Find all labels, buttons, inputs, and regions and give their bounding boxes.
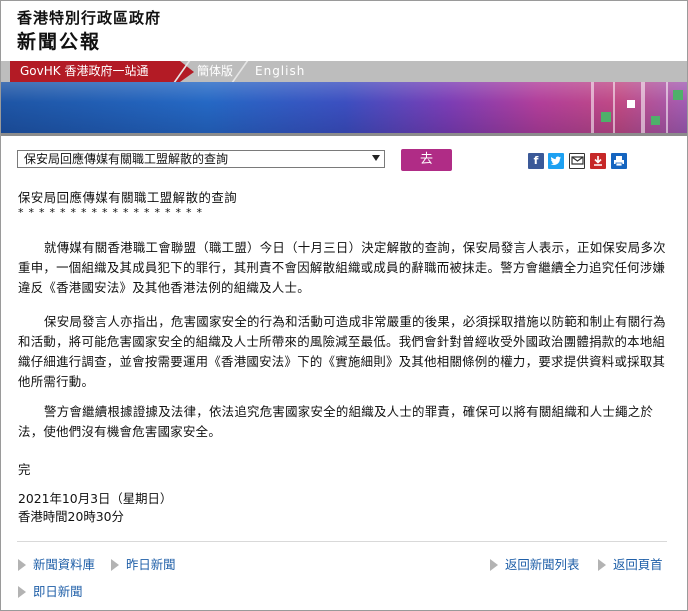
page: 香港特別行政區政府 新聞公報 GovHK 香港政府一站通 簡体版 English… [0, 0, 688, 611]
triangle-right-icon [598, 559, 606, 571]
article-date: 2021年10月3日（星期日） [18, 491, 173, 506]
triangle-right-icon [18, 559, 26, 571]
chevron-down-icon [372, 155, 380, 161]
title-separator: ****************** [18, 206, 207, 219]
print-icon[interactable] [611, 153, 627, 169]
yesterday-news-link[interactable]: 昨日新聞 [111, 555, 176, 573]
banner-divider [1, 133, 687, 136]
facebook-icon[interactable]: f [528, 153, 544, 169]
footer-divider [17, 541, 667, 542]
download-icon[interactable] [590, 153, 606, 169]
top-nav-bar: GovHK 香港政府一站通 簡体版 English [1, 61, 687, 82]
simplified-chinese-link[interactable]: 簡体版 [197, 61, 233, 82]
triangle-right-icon [18, 586, 26, 598]
article-paragraph: 保安局發言人亦指出，危害國家安全的行為和活動可造成非常嚴重的後果，必須採取措施以… [18, 314, 666, 389]
email-icon[interactable] [569, 153, 585, 169]
press-releases-title: 新聞公報 [17, 31, 102, 53]
twitter-icon[interactable] [548, 153, 564, 169]
government-name: 香港特別行政區政府 [17, 9, 162, 27]
triangle-right-icon [490, 559, 498, 571]
article-title: 保安局回應傳媒有關職工盟解散的查詢 [18, 190, 238, 205]
today-news-link[interactable]: 即日新聞 [18, 582, 83, 600]
article-paragraph: 就傳媒有關香港職工會聯盟（職工盟）今日（十月三日）決定解散的查詢，保安局發言人表… [18, 240, 666, 295]
article-paragraph: 警方會繼續根據證據及法律，依法追究危害國家安全的組織及人士的罪責，確保可以將有關… [18, 404, 654, 439]
page-header: 香港特別行政區政府 新聞公報 [1, 1, 687, 61]
govhk-link[interactable]: GovHK 香港政府一站通 [10, 61, 194, 82]
english-link[interactable]: English [255, 61, 305, 82]
header-banner [1, 82, 687, 133]
select-value: 保安局回應傳媒有關職工盟解散的查詢 [24, 152, 229, 166]
article-end-mark: 完 [18, 462, 31, 477]
back-to-list-link[interactable]: 返回新聞列表 [490, 555, 579, 573]
press-release-select[interactable]: 保安局回應傳媒有關職工盟解散的查詢 [17, 150, 385, 168]
back-to-top-link[interactable]: 返回頁首 [598, 555, 663, 573]
nav-divider [231, 61, 249, 82]
article-time: 香港時間20時30分 [18, 509, 124, 524]
go-button[interactable]: 去 [401, 149, 452, 171]
triangle-right-icon [111, 559, 119, 571]
press-archive-link[interactable]: 新聞資料庫 [18, 555, 95, 573]
